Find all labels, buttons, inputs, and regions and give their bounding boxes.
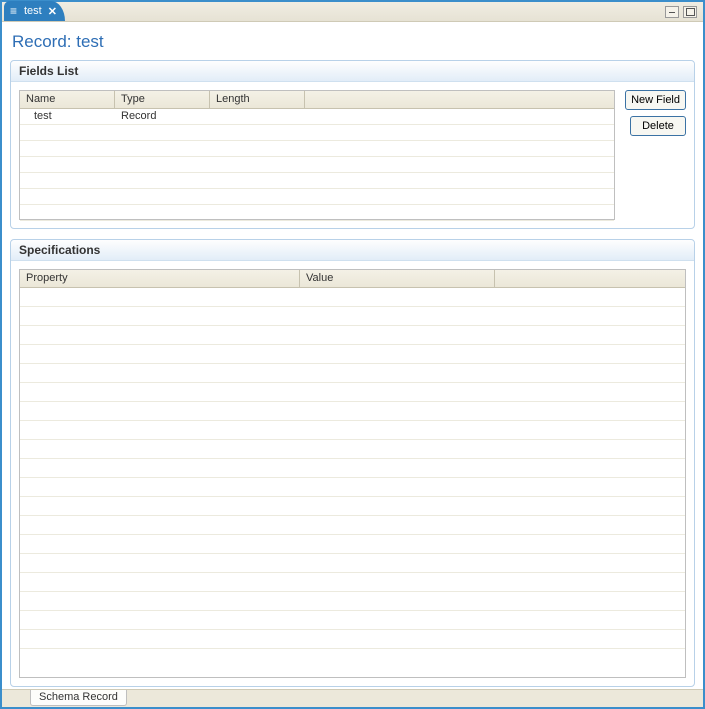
- table-row: [20, 189, 614, 205]
- table-row: [20, 345, 685, 364]
- table-row: [20, 157, 614, 173]
- bottom-bar: Schema Record: [2, 689, 703, 707]
- table-row: [20, 125, 614, 141]
- table-row: [20, 611, 685, 630]
- table-row: [20, 205, 614, 221]
- table-row: [20, 326, 685, 345]
- col-value[interactable]: Value: [300, 270, 495, 287]
- table-row: [20, 383, 685, 402]
- col-length[interactable]: Length: [210, 91, 305, 108]
- table-row: [20, 478, 685, 497]
- delete-button[interactable]: Delete: [630, 116, 686, 136]
- fields-section: Fields List Name Type Length test Record: [10, 60, 695, 229]
- table-row: [20, 141, 614, 157]
- table-row: [20, 459, 685, 478]
- cell-type: Record: [115, 109, 210, 124]
- table-row: [20, 173, 614, 189]
- fields-table[interactable]: Name Type Length test Record: [19, 90, 615, 220]
- table-row: [20, 364, 685, 383]
- table-row: [20, 307, 685, 326]
- record-icon: [10, 7, 20, 15]
- tab-label: test: [24, 5, 42, 17]
- content-area: Record: test Fields List Name Type Lengt…: [2, 22, 703, 689]
- fields-section-title: Fields List: [11, 61, 694, 82]
- table-row: [20, 402, 685, 421]
- table-row: [20, 592, 685, 611]
- specifications-table-header: Property Value: [20, 270, 685, 288]
- new-field-button[interactable]: New Field: [625, 90, 686, 110]
- table-row: [20, 535, 685, 554]
- cell-name: test: [20, 109, 115, 124]
- table-row: [20, 516, 685, 535]
- col-name[interactable]: Name: [20, 91, 115, 108]
- window-bar: test ✕: [2, 2, 703, 22]
- maximize-button[interactable]: [683, 6, 697, 18]
- col-property[interactable]: Property: [20, 270, 300, 287]
- cell-length: [210, 109, 305, 124]
- table-row: [20, 421, 685, 440]
- fields-actions: New Field Delete: [625, 90, 686, 220]
- specifications-table[interactable]: Property Value: [19, 269, 686, 678]
- table-row: [20, 288, 685, 307]
- table-row: [20, 497, 685, 516]
- col-rest: [495, 270, 685, 287]
- table-row: [20, 440, 685, 459]
- close-icon[interactable]: ✕: [48, 5, 57, 18]
- bottom-tab-schema-record[interactable]: Schema Record: [30, 690, 127, 706]
- table-row: [20, 554, 685, 573]
- editor-tab[interactable]: test ✕: [4, 1, 65, 21]
- window-controls: [665, 6, 697, 21]
- cell-rest: [305, 109, 614, 124]
- col-rest: [305, 91, 614, 108]
- table-row[interactable]: test Record: [20, 109, 614, 125]
- specifications-section-title: Specifications: [11, 240, 694, 261]
- table-row: [20, 630, 685, 649]
- page-title: Record: test: [10, 30, 695, 60]
- specifications-section: Specifications Property Value: [10, 239, 695, 687]
- table-row: [20, 573, 685, 592]
- minimize-button[interactable]: [665, 6, 679, 18]
- col-type[interactable]: Type: [115, 91, 210, 108]
- fields-table-header: Name Type Length: [20, 91, 614, 109]
